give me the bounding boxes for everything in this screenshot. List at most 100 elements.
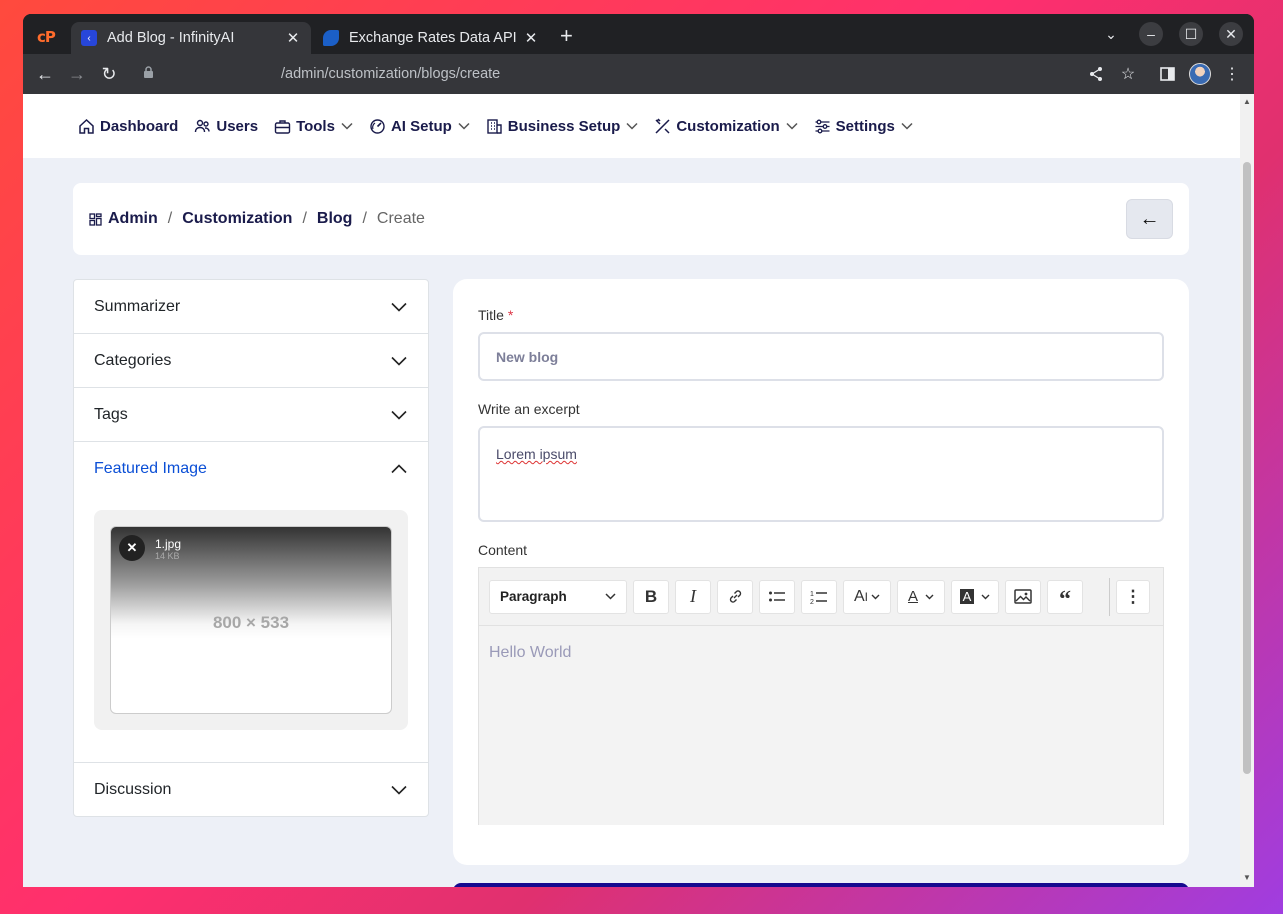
nav-label: Customization <box>676 117 780 135</box>
submit-bar[interactable] <box>453 883 1189 887</box>
bold-icon[interactable]: B <box>633 579 669 614</box>
accordion-featured-image[interactable]: Featured Image <box>74 442 428 496</box>
chevron-down-icon <box>391 302 407 312</box>
chevron-up-icon <box>391 464 407 474</box>
breadcrumb-separator: / <box>302 210 307 227</box>
accordion-label: Discussion <box>94 781 172 798</box>
sliders-icon <box>814 118 831 135</box>
chevron-down-icon <box>391 410 407 420</box>
back-arrow-icon[interactable]: ← <box>33 62 57 86</box>
file-size: 14 KB <box>155 551 180 561</box>
chevron-down-icon <box>458 122 470 130</box>
nav-label: Business Setup <box>507 117 621 135</box>
accordion-label: Tags <box>94 405 128 423</box>
accordion-discussion[interactable]: Discussion <box>74 763 428 817</box>
breadcrumb-separator: / <box>362 210 367 227</box>
breadcrumb-customization[interactable]: Customization <box>182 210 292 228</box>
bookmark-star-icon[interactable]: ☆ <box>1116 62 1140 86</box>
scroll-down-arrow-icon[interactable]: ▼ <box>1243 873 1251 882</box>
accordion-tags[interactable]: Tags <box>74 388 428 442</box>
insert-image-icon[interactable] <box>1005 579 1041 614</box>
accordion-label: Summarizer <box>94 297 181 315</box>
image-dropzone[interactable]: ✕ 1.jpg 14 KB 800 × 533 <box>94 510 408 730</box>
cpanel-logo-icon: cP <box>37 28 56 46</box>
scrollbar-thumb[interactable] <box>1243 162 1251 774</box>
breadcrumb-admin[interactable]: Admin <box>108 210 158 228</box>
reload-icon[interactable]: ↻ <box>97 62 121 86</box>
nav-dashboard[interactable]: Dashboard <box>78 118 178 135</box>
accordion-summarizer[interactable]: Summarizer <box>74 280 428 334</box>
minimize-icon[interactable]: – <box>1139 22 1163 46</box>
maximize-icon[interactable]: ☐ <box>1179 22 1203 46</box>
chevron-down-icon <box>901 122 913 130</box>
nav-label: Dashboard <box>100 117 179 135</box>
exchange-favicon-icon <box>323 30 339 46</box>
address-bar[interactable]: /admin/customization/blogs/create <box>281 66 500 82</box>
tab-exchange-rates[interactable]: Exchange Rates Data API ✕ <box>313 22 549 54</box>
back-button[interactable]: ← <box>1126 199 1173 239</box>
side-panel-icon[interactable] <box>1155 62 1179 86</box>
excerpt-textarea[interactable]: Lorem ipsum <box>478 426 1164 522</box>
close-window-icon[interactable]: ✕ <box>1219 22 1243 46</box>
page-content: Dashboard Users Tools AI Setup Business … <box>23 94 1254 887</box>
content-editor: Paragraph B I 12 AI A A “ ⋮ Hello World <box>478 567 1164 825</box>
breadcrumb-blog[interactable]: Blog <box>317 210 353 228</box>
forward-arrow-icon[interactable]: → <box>65 62 89 86</box>
nav-tools[interactable]: Tools <box>274 118 353 135</box>
accordion-label: Categories <box>94 351 172 369</box>
editor-content[interactable]: Hello World <box>479 626 1163 825</box>
breadcrumb: Admin / Customization / Blog / Create ← <box>73 183 1189 255</box>
title-label: Title * <box>478 307 513 323</box>
accordion-label: Featured Image <box>94 460 207 477</box>
gauge-icon <box>369 118 386 135</box>
bullet-list-icon[interactable] <box>759 579 795 614</box>
nav-users[interactable]: Users <box>194 118 258 135</box>
nav-label: Users <box>216 117 259 135</box>
breadcrumb-current: Create <box>376 210 425 227</box>
title-input[interactable]: New blog <box>478 332 1164 381</box>
blog-form: Title * New blog Write an excerpt Lorem … <box>453 279 1189 865</box>
tab-bar: cP ‹ Add Blog - InfinityAI ✕ Exchange Ra… <box>23 14 1254 54</box>
link-icon[interactable] <box>717 579 753 614</box>
numbered-list-icon[interactable]: 12 <box>801 579 837 614</box>
paragraph-select[interactable]: Paragraph <box>489 579 627 614</box>
title-label-text: Title <box>478 307 504 323</box>
font-color-icon[interactable]: A <box>897 579 945 614</box>
building-icon <box>486 118 503 135</box>
nav-label: AI Setup <box>390 117 452 135</box>
more-options-icon[interactable]: ⋮ <box>1116 579 1150 614</box>
close-tab-icon[interactable]: ✕ <box>285 29 301 47</box>
tab-search-chevron-icon[interactable]: ⌄ <box>1099 22 1123 46</box>
tools-icon <box>654 117 671 135</box>
tab-title: Exchange Rates Data API <box>349 30 517 46</box>
home-icon <box>78 118 95 135</box>
nav-business-setup[interactable]: Business Setup <box>486 118 639 135</box>
nav-ai-setup[interactable]: AI Setup <box>369 118 470 135</box>
nav-customization[interactable]: Customization <box>654 117 798 135</box>
paragraph-select-label: Paragraph <box>500 589 567 604</box>
blockquote-icon[interactable]: “ <box>1047 579 1083 614</box>
new-tab-plus-icon[interactable]: + <box>560 24 573 48</box>
close-tab-icon[interactable]: ✕ <box>523 29 539 47</box>
image-preview: ✕ 1.jpg 14 KB 800 × 533 <box>110 526 392 714</box>
featured-image-panel: ✕ 1.jpg 14 KB 800 × 533 <box>74 496 428 763</box>
scroll-up-arrow-icon[interactable]: ▲ <box>1243 97 1251 106</box>
italic-icon[interactable]: I <box>675 579 711 614</box>
file-name: 1.jpg <box>155 537 182 551</box>
required-mark: * <box>507 307 514 323</box>
excerpt-text: Lorem ipsum <box>496 446 577 462</box>
chevron-down-icon <box>391 785 407 795</box>
tab-add-blog[interactable]: ‹ Add Blog - InfinityAI ✕ <box>71 22 311 54</box>
briefcase-icon <box>274 118 291 135</box>
page-scrollbar[interactable]: ▲ ▼ <box>1240 94 1254 887</box>
accordion-categories[interactable]: Categories <box>74 334 428 388</box>
share-icon[interactable] <box>1084 62 1108 86</box>
background-color-icon[interactable]: A <box>951 579 999 614</box>
remove-image-icon[interactable]: ✕ <box>119 535 145 561</box>
infinityai-favicon-icon: ‹ <box>81 30 97 46</box>
nav-settings[interactable]: Settings <box>814 118 913 135</box>
font-size-icon[interactable]: AI <box>843 579 891 614</box>
top-navigation: Dashboard Users Tools AI Setup Business … <box>23 94 1240 158</box>
profile-avatar[interactable] <box>1188 62 1212 86</box>
menu-kebab-icon[interactable]: ⋮ <box>1220 62 1244 86</box>
